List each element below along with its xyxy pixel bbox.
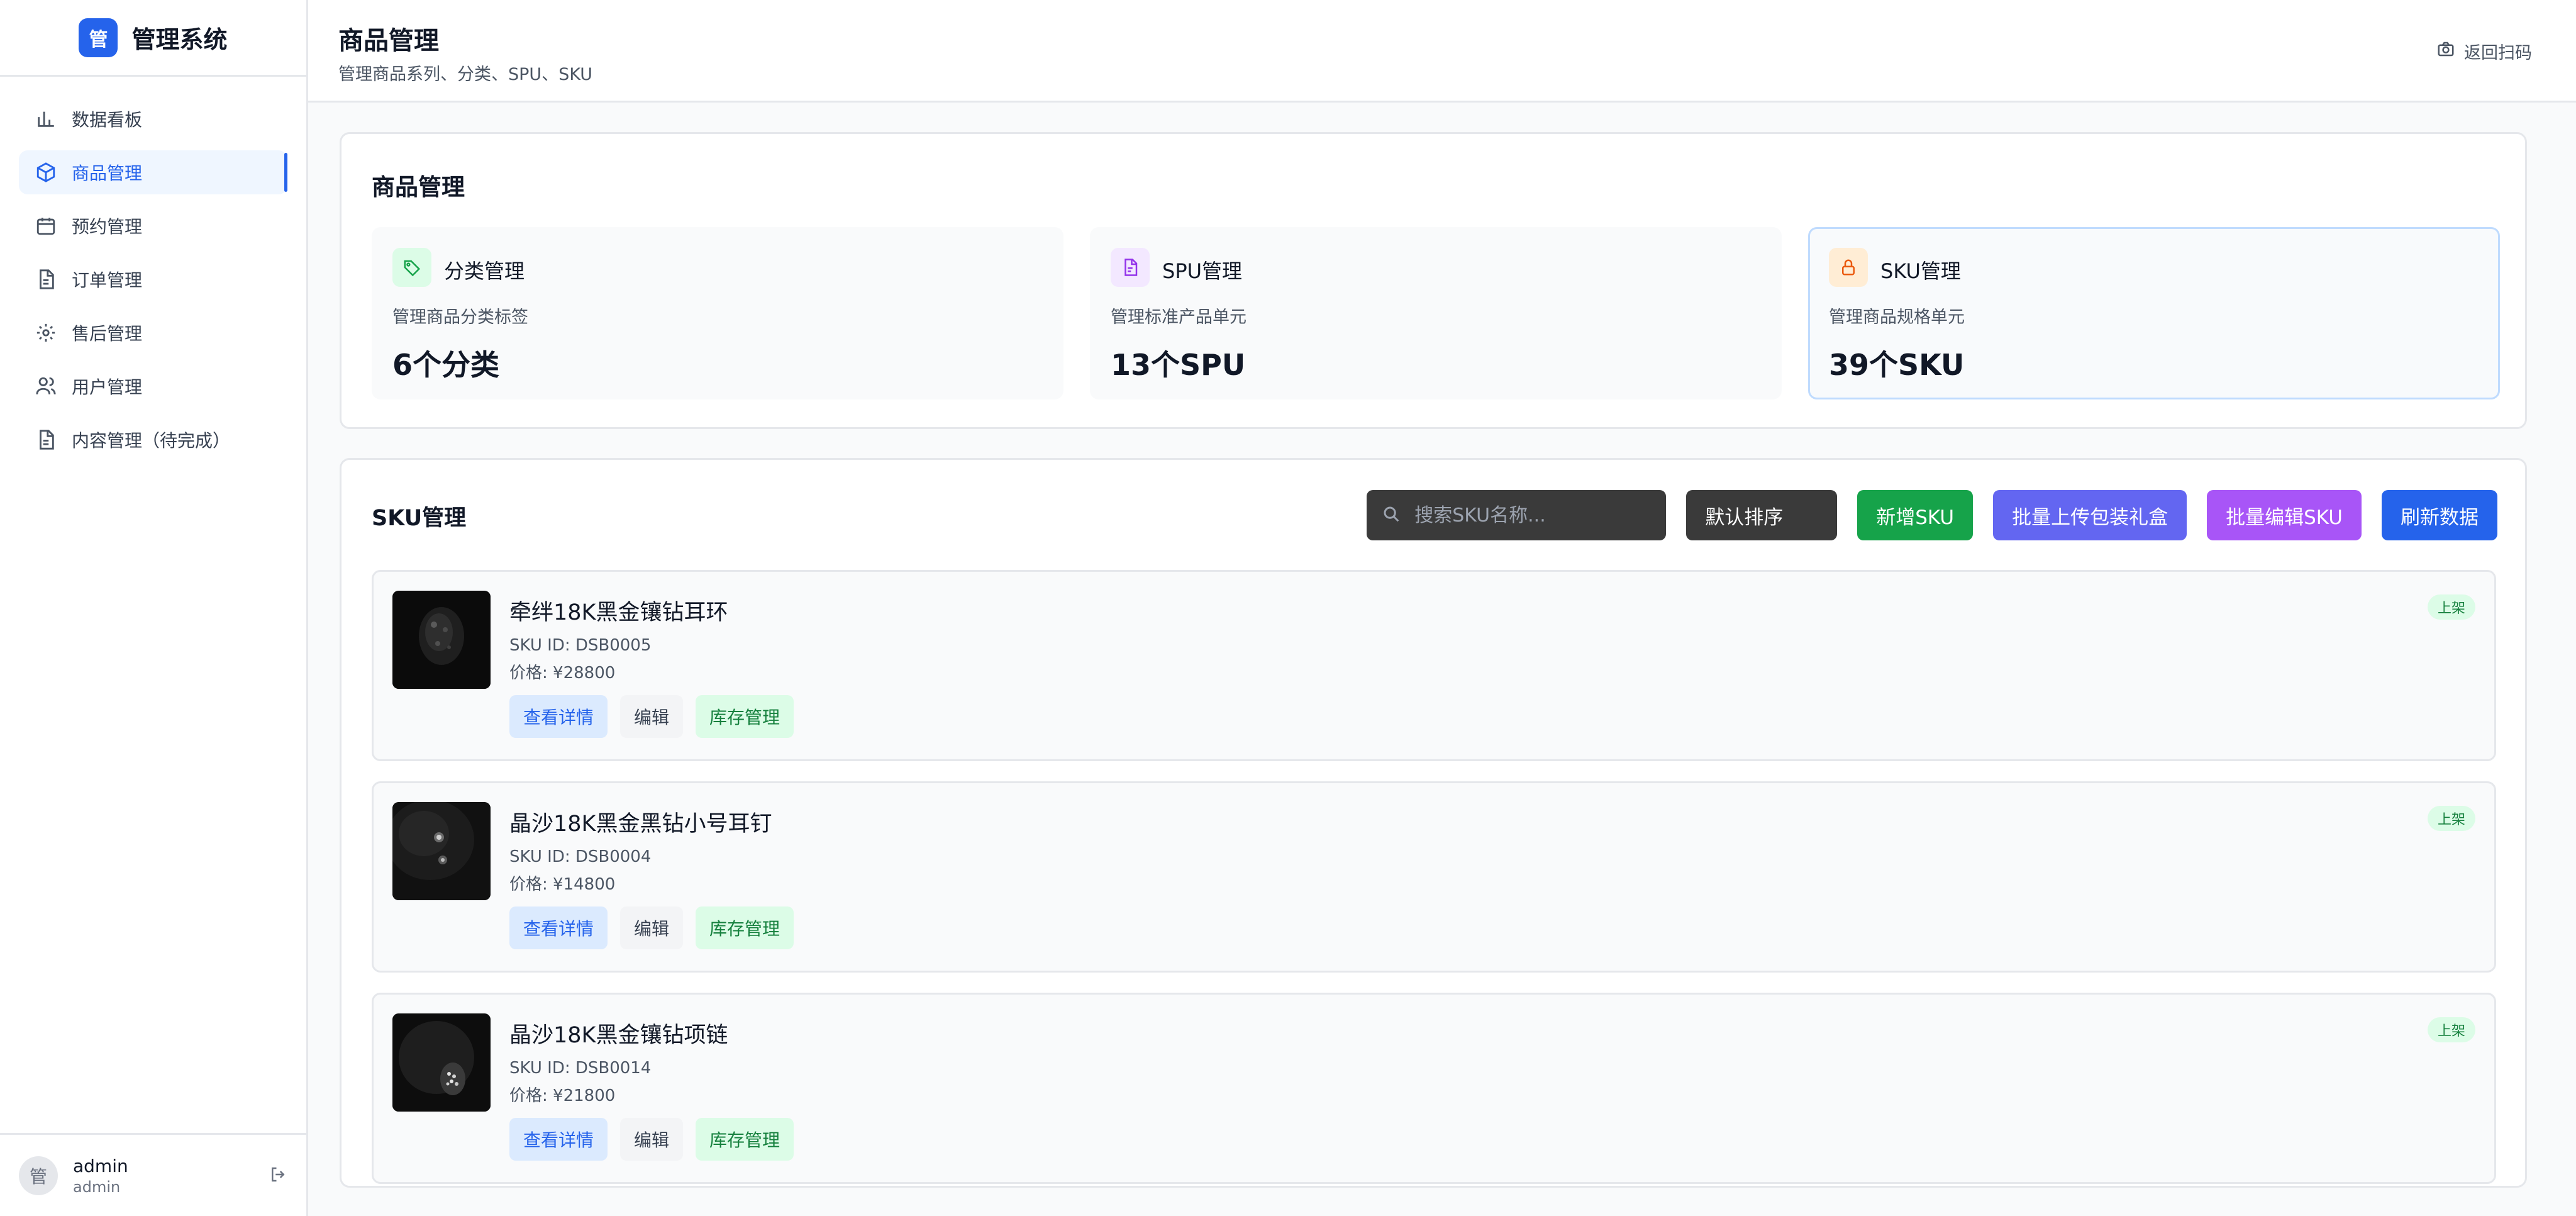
- stat-card-spu[interactable]: SPU管理 管理标准产品单元 13个SPU: [1090, 227, 1782, 399]
- sku-name: 牵绊18K黑金镶钻耳环: [509, 600, 728, 625]
- tag-icon: [392, 248, 431, 287]
- search-input[interactable]: [1414, 504, 1654, 527]
- stat-name: SPU管理: [1162, 259, 1243, 283]
- stat-name: SKU管理: [1880, 259, 1961, 283]
- sort-select[interactable]: 默认排序: [1686, 490, 1838, 540]
- sidebar-item-label: 预约管理: [72, 216, 143, 237]
- sku-panel: SKU管理 默认排序 新增SKU 批量上传包装礼盒 批量编辑SKU 刷新数据: [340, 458, 2527, 1188]
- page-subtitle: 管理商品系列、分类、SPU、SKU: [338, 65, 593, 84]
- batch-upload-button[interactable]: 批量上传包装礼盒: [1993, 490, 2187, 540]
- logout-icon[interactable]: [269, 1165, 287, 1186]
- back-to-scan-button[interactable]: 返回扫码: [2436, 39, 2532, 64]
- sku-list-item: 晶沙18K黑金镶钻项链 SKU ID: DSB0014 价格: ¥21800 查…: [372, 993, 2496, 1184]
- view-details-button[interactable]: 查看详情: [509, 695, 608, 738]
- overview-card: 商品管理 分类管理 管理商品分类标签 6个分类 SPU管理 管理标准产品单元 1…: [340, 132, 2527, 429]
- back-to-scan-label: 返回扫码: [2464, 43, 2532, 63]
- sidebar-item-products[interactable]: 商品管理: [19, 150, 287, 194]
- product-thumbnail: [392, 591, 491, 689]
- edit-button[interactable]: 编辑: [620, 1118, 684, 1161]
- stat-value: 6个分类: [392, 348, 500, 382]
- sku-price: 价格: ¥28800: [509, 664, 616, 683]
- page-title: 商品管理: [338, 26, 439, 55]
- bar-chart-icon: [35, 108, 57, 130]
- sku-actions: 查看详情 编辑 库存管理: [509, 695, 794, 738]
- stat-card-sku[interactable]: SKU管理 管理商品规格单元 39个SKU: [1808, 227, 2500, 399]
- brand-name: 管理系统: [131, 26, 228, 53]
- users-icon: [35, 376, 57, 397]
- sidebar-item-users[interactable]: 用户管理: [19, 364, 287, 408]
- lock-icon: [1829, 248, 1868, 287]
- brand-logo: 管: [79, 18, 118, 57]
- sku-actions: 查看详情 编辑 库存管理: [509, 1118, 794, 1161]
- add-sku-button[interactable]: 新增SKU: [1857, 490, 1974, 540]
- search-icon: [1382, 505, 1401, 526]
- sidebar-item-label: 内容管理（待完成）: [72, 430, 231, 451]
- sidebar-item-aftersales[interactable]: 售后管理: [19, 311, 287, 355]
- sku-name: 晶沙18K黑金黑钻小号耳钉: [509, 812, 772, 837]
- sidebar-item-dashboard[interactable]: 数据看板: [19, 97, 287, 141]
- gear-icon: [35, 322, 57, 343]
- stat-desc: 管理商品规格单元: [1829, 308, 1965, 327]
- edit-button[interactable]: 编辑: [620, 695, 684, 738]
- refresh-button[interactable]: 刷新数据: [2382, 490, 2497, 540]
- status-badge: 上架: [2427, 806, 2475, 831]
- user-name: admin: [73, 1155, 128, 1176]
- sku-actions: 查看详情 编辑 库存管理: [509, 906, 794, 949]
- stat-card-categories[interactable]: 分类管理 管理商品分类标签 6个分类: [372, 227, 1063, 399]
- page-header: 商品管理 管理商品系列、分类、SPU、SKU 返回扫码: [308, 0, 2576, 103]
- file-icon: [1111, 248, 1150, 287]
- view-details-button[interactable]: 查看详情: [509, 1118, 608, 1161]
- document-icon: [35, 269, 57, 290]
- product-thumbnail: [392, 802, 491, 900]
- sku-list-item: 牵绊18K黑金镶钻耳环 SKU ID: DSB0005 价格: ¥28800 查…: [372, 570, 2496, 761]
- view-details-button[interactable]: 查看详情: [509, 906, 608, 949]
- sku-price: 价格: ¥14800: [509, 875, 616, 894]
- search-box: [1367, 490, 1667, 540]
- sku-list-item: 晶沙18K黑金黑钻小号耳钉 SKU ID: DSB0004 价格: ¥14800…: [372, 781, 2496, 973]
- sku-price: 价格: ¥21800: [509, 1086, 616, 1105]
- inventory-button[interactable]: 库存管理: [696, 906, 794, 949]
- edit-button[interactable]: 编辑: [620, 906, 684, 949]
- stat-name: 分类管理: [444, 259, 525, 283]
- batch-edit-button[interactable]: 批量编辑SKU: [2207, 490, 2362, 540]
- sidebar-item-label: 用户管理: [72, 377, 143, 398]
- sku-toolbar: 默认排序 新增SKU 批量上传包装礼盒 批量编辑SKU 刷新数据: [1367, 490, 2497, 540]
- inventory-button[interactable]: 库存管理: [696, 1118, 794, 1161]
- brand: 管 管理系统: [0, 0, 306, 77]
- user-info: admin admin: [73, 1155, 253, 1196]
- overview-title: 商品管理: [372, 174, 465, 201]
- stat-desc: 管理标准产品单元: [1111, 308, 1246, 327]
- sku-panel-title: SKU管理: [372, 506, 467, 531]
- box-icon: [35, 162, 57, 183]
- stat-value: 39个SKU: [1829, 348, 1965, 382]
- user-role: admin: [73, 1178, 121, 1196]
- sku-id: SKU ID: DSB0005: [509, 636, 652, 655]
- document-icon: [35, 429, 57, 450]
- sidebar: 管 管理系统 数据看板 商品管理 预约管理 订单管理 售后管理 用户管理 内容管…: [0, 0, 308, 1216]
- sku-list: 牵绊18K黑金镶钻耳环 SKU ID: DSB0005 价格: ¥28800 查…: [372, 570, 2496, 1186]
- sidebar-item-label: 商品管理: [72, 163, 143, 184]
- product-thumbnail: [392, 1013, 491, 1112]
- sku-id: SKU ID: DSB0004: [509, 847, 652, 866]
- status-badge: 上架: [2427, 594, 2475, 620]
- sidebar-item-content[interactable]: 内容管理（待完成）: [19, 418, 287, 462]
- stat-value: 13个SPU: [1111, 348, 1246, 382]
- sidebar-item-label: 订单管理: [72, 270, 143, 291]
- inventory-button[interactable]: 库存管理: [696, 695, 794, 738]
- sku-name: 晶沙18K黑金镶钻项链: [509, 1023, 728, 1048]
- status-badge: 上架: [2427, 1017, 2475, 1042]
- sidebar-item-orders[interactable]: 订单管理: [19, 257, 287, 301]
- calendar-icon: [35, 215, 57, 237]
- sidebar-item-label: 数据看板: [72, 109, 143, 130]
- camera-icon: [2436, 40, 2455, 63]
- sku-id: SKU ID: DSB0014: [509, 1059, 652, 1078]
- user-panel: 管 admin admin: [0, 1133, 306, 1216]
- avatar: 管: [19, 1156, 58, 1195]
- sidebar-item-appointments[interactable]: 预约管理: [19, 204, 287, 248]
- sidebar-item-label: 售后管理: [72, 323, 143, 344]
- stat-desc: 管理商品分类标签: [392, 308, 528, 327]
- sidebar-nav: 数据看板 商品管理 预约管理 订单管理 售后管理 用户管理 内容管理（待完成）: [0, 77, 306, 462]
